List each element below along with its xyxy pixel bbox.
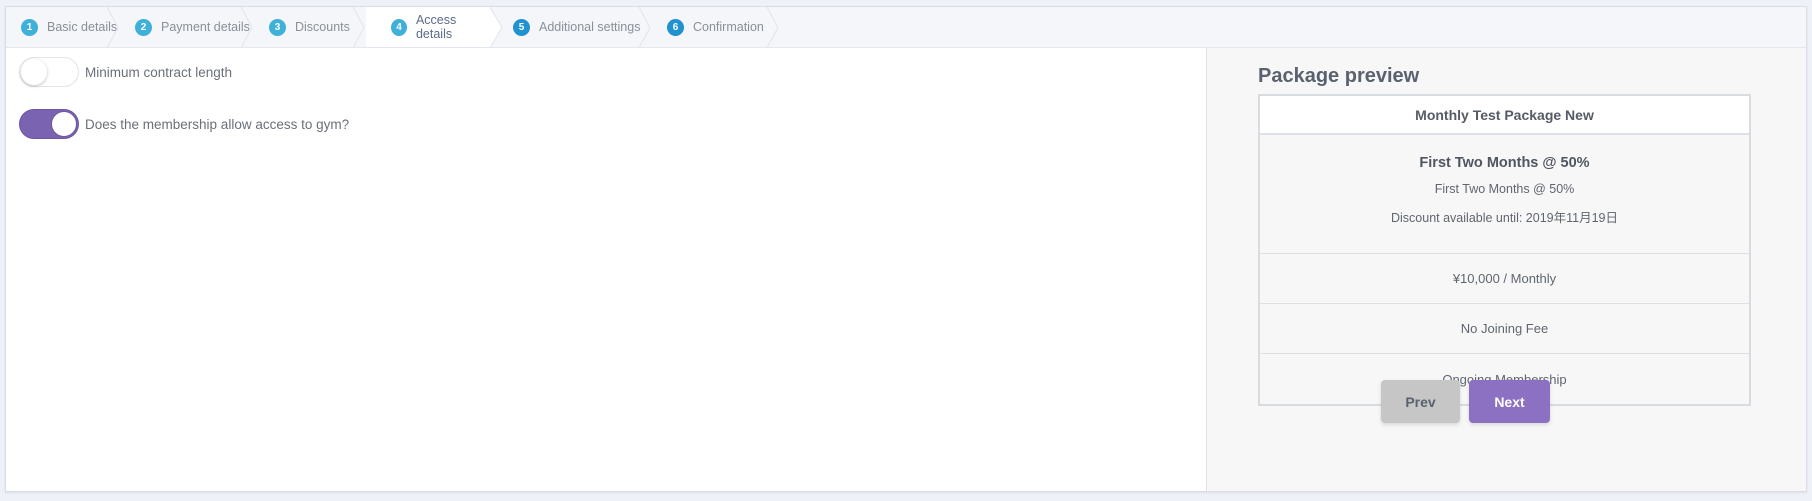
toggle-knob [21, 59, 47, 85]
price-row: ¥10,000 / Monthly [1260, 254, 1749, 304]
package-preview-card: Monthly Test Package New First Two Month… [1258, 94, 1751, 406]
prev-button[interactable]: Prev [1381, 380, 1460, 423]
joining-fee-row: No Joining Fee [1260, 304, 1749, 354]
step-label: Additional settings [539, 20, 641, 34]
gym-access-label: Does the membership allow access to gym? [85, 116, 350, 132]
toggle-knob [51, 111, 77, 137]
min-contract-toggle[interactable] [19, 57, 79, 87]
wizard-stepper: 1 Basic details 2 Payment details 3 Disc… [6, 7, 1806, 48]
step-number-badge: 1 [21, 18, 38, 36]
step-separator-icon [352, 7, 365, 48]
next-button[interactable]: Next [1469, 380, 1550, 423]
step-number-badge: 6 [667, 18, 684, 36]
min-contract-row: Minimum contract length [19, 57, 232, 87]
gym-access-row: Does the membership allow access to gym? [19, 109, 349, 139]
step-basic-details[interactable]: 1 Basic details [6, 7, 120, 48]
package-preview-pane: Package preview Monthly Test Package New… [1206, 48, 1806, 491]
access-details-form: Minimum contract length Does the members… [6, 48, 1206, 491]
step-discounts[interactable]: 3 Discounts [254, 7, 366, 48]
min-contract-label: Minimum contract length [85, 64, 233, 80]
discount-title: First Two Months @ 50% [1419, 155, 1590, 171]
gym-access-toggle[interactable] [19, 109, 79, 139]
step-separator-icon [766, 7, 779, 48]
discount-until: Discount available until: 2019年11月19日 [1391, 211, 1618, 225]
step-separator-icon [638, 7, 651, 48]
step-confirmation[interactable]: 6 Confirmation [652, 7, 780, 48]
step-separator-icon [106, 7, 119, 48]
step-number-badge: 3 [269, 18, 286, 36]
step-label: Access details [415, 13, 457, 41]
package-name: Monthly Test Package New [1260, 96, 1749, 135]
discount-section: First Two Months @ 50% First Two Months … [1260, 135, 1749, 254]
step-payment-details[interactable]: 2 Payment details [120, 7, 254, 48]
step-separator-icon [240, 7, 253, 48]
step-additional-settings[interactable]: 5 Additional settings [491, 7, 652, 48]
step-number-badge: 2 [135, 18, 152, 36]
step-label: Discounts [295, 20, 350, 34]
preview-title: Package preview [1258, 65, 1420, 87]
step-label: Confirmation [693, 20, 764, 34]
step-number-badge: 5 [513, 18, 530, 36]
step-access-details[interactable]: 4 Access details [366, 7, 503, 48]
step-number-badge: 4 [391, 18, 407, 36]
step-label: Payment details [161, 20, 250, 34]
discount-subtitle: First Two Months @ 50% [1434, 182, 1575, 196]
